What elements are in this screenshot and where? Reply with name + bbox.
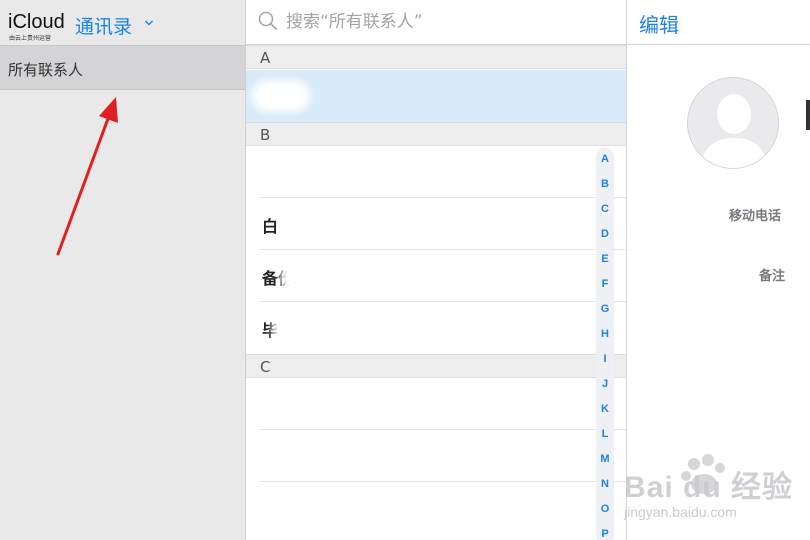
contact-name-truncated — [806, 100, 810, 130]
icloud-logo: iCloud — [8, 11, 65, 33]
section-letter: A — [260, 49, 271, 67]
section-letter: B — [260, 126, 271, 144]
redacted-name — [258, 86, 304, 106]
search-bar — [246, 0, 626, 45]
icloud-operator-note: 由云上贵州运营 — [9, 35, 52, 42]
index-letter-i[interactable]: I — [596, 348, 614, 373]
index-letter-h[interactable]: H — [596, 323, 614, 348]
index-letter-l[interactable]: L — [596, 423, 614, 448]
app-switcher-title[interactable]: 通讯录 — [75, 12, 132, 39]
alphabet-index[interactable]: A B C D E F G H I J K L M N O P — [596, 148, 614, 540]
contact-row-b3[interactable]: 备份 — [246, 250, 626, 302]
sidebar: iCloud 由云上贵州运营 通讯录 所有联系人 — [0, 0, 246, 540]
index-letter-b[interactable]: B — [596, 173, 614, 198]
index-letter-f[interactable]: F — [596, 273, 614, 298]
redacted-name — [256, 392, 304, 412]
edit-button[interactable]: 编辑 — [639, 9, 679, 38]
section-header-c: C — [246, 354, 626, 378]
section-header-b: B — [246, 122, 626, 146]
contact-row-a1[interactable] — [246, 70, 626, 122]
contact-row-c2[interactable] — [246, 430, 626, 482]
index-letter-g[interactable]: G — [596, 298, 614, 323]
group-label: 所有联系人 — [8, 61, 84, 79]
redacted-name — [260, 162, 280, 180]
contact-row-c3[interactable] — [246, 482, 626, 534]
index-letter-j[interactable]: J — [596, 373, 614, 398]
avatar — [687, 77, 779, 169]
chevron-down-icon[interactable] — [144, 18, 154, 28]
contact-row-c1[interactable] — [246, 378, 626, 430]
contact-detail-pane: 编辑 移动电话 备注 — [627, 0, 810, 540]
redacted-name — [286, 264, 368, 290]
notes-label: 备注 — [759, 269, 786, 284]
contact-row-b4[interactable]: 毕 — [246, 302, 626, 354]
redacted-name — [256, 444, 326, 466]
index-letter-p[interactable]: P — [596, 523, 614, 540]
contact-row-b1[interactable] — [246, 146, 626, 198]
contact-list-pane: A B 白 备份 毕 C A B C D E — [246, 0, 627, 540]
index-letter-k[interactable]: K — [596, 398, 614, 423]
mobile-phone-label: 移动电话 — [729, 209, 782, 224]
contact-name: 毕 — [262, 321, 279, 340]
section-letter: C — [260, 358, 271, 376]
index-letter-n[interactable]: N — [596, 473, 614, 498]
search-icon — [258, 11, 277, 30]
redacted-name — [278, 316, 320, 340]
redacted-name — [258, 496, 304, 516]
person-silhouette-icon — [700, 94, 768, 168]
index-letter-a[interactable]: A — [596, 148, 614, 173]
search-input[interactable] — [286, 8, 606, 36]
brand-header: iCloud 由云上贵州运营 通讯录 — [8, 11, 246, 45]
index-letter-o[interactable]: O — [596, 498, 614, 523]
contact-row-b2[interactable]: 白 — [246, 198, 626, 250]
index-letter-d[interactable]: D — [596, 223, 614, 248]
section-header-a: A — [246, 45, 626, 69]
index-letter-m[interactable]: M — [596, 448, 614, 473]
contact-name: 白 — [262, 217, 279, 236]
detail-header: 编辑 — [627, 0, 810, 45]
index-letter-e[interactable]: E — [596, 248, 614, 273]
index-letter-c[interactable]: C — [596, 198, 614, 223]
group-all-contacts[interactable]: 所有联系人 — [0, 46, 245, 90]
